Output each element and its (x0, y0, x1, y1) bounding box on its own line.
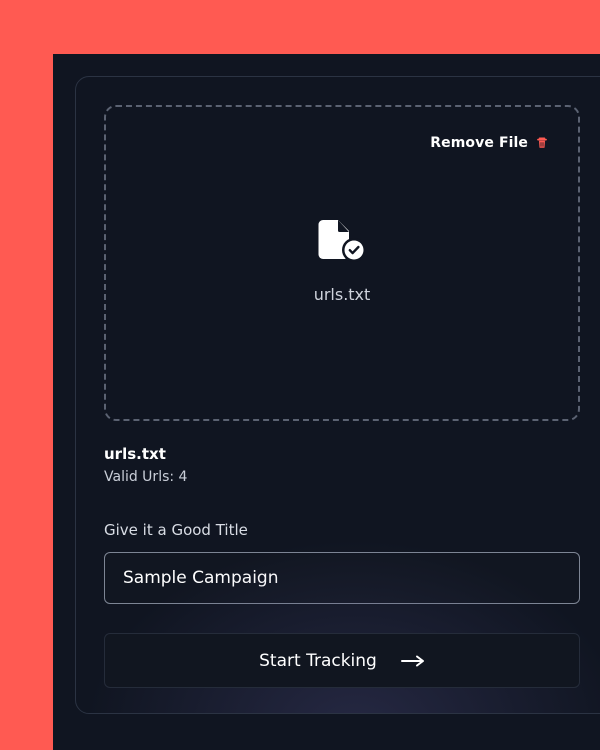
title-field-label: Give it a Good Title (104, 521, 248, 539)
valid-urls-count: Valid Urls: 4 (104, 469, 188, 485)
app-background: Remove File urls.txt urls.txt Valid Urls… (53, 54, 600, 750)
start-tracking-label: Start Tracking (259, 650, 377, 671)
trash-icon (535, 136, 549, 150)
campaign-title-input[interactable] (104, 552, 580, 604)
file-dropzone[interactable]: Remove File urls.txt (104, 105, 580, 421)
upload-panel: Remove File urls.txt urls.txt Valid Urls… (75, 76, 600, 714)
remove-file-button[interactable]: Remove File (430, 135, 549, 151)
arrow-right-icon (400, 655, 425, 667)
remove-file-label: Remove File (430, 135, 528, 151)
file-summary: urls.txt Valid Urls: 4 (104, 444, 187, 488)
uploaded-file-preview: urls.txt (106, 217, 578, 304)
file-name: urls.txt (104, 445, 166, 463)
dropzone-file-name: urls.txt (313, 285, 371, 304)
file-check-icon (316, 217, 368, 265)
start-tracking-button[interactable]: Start Tracking (104, 633, 580, 688)
